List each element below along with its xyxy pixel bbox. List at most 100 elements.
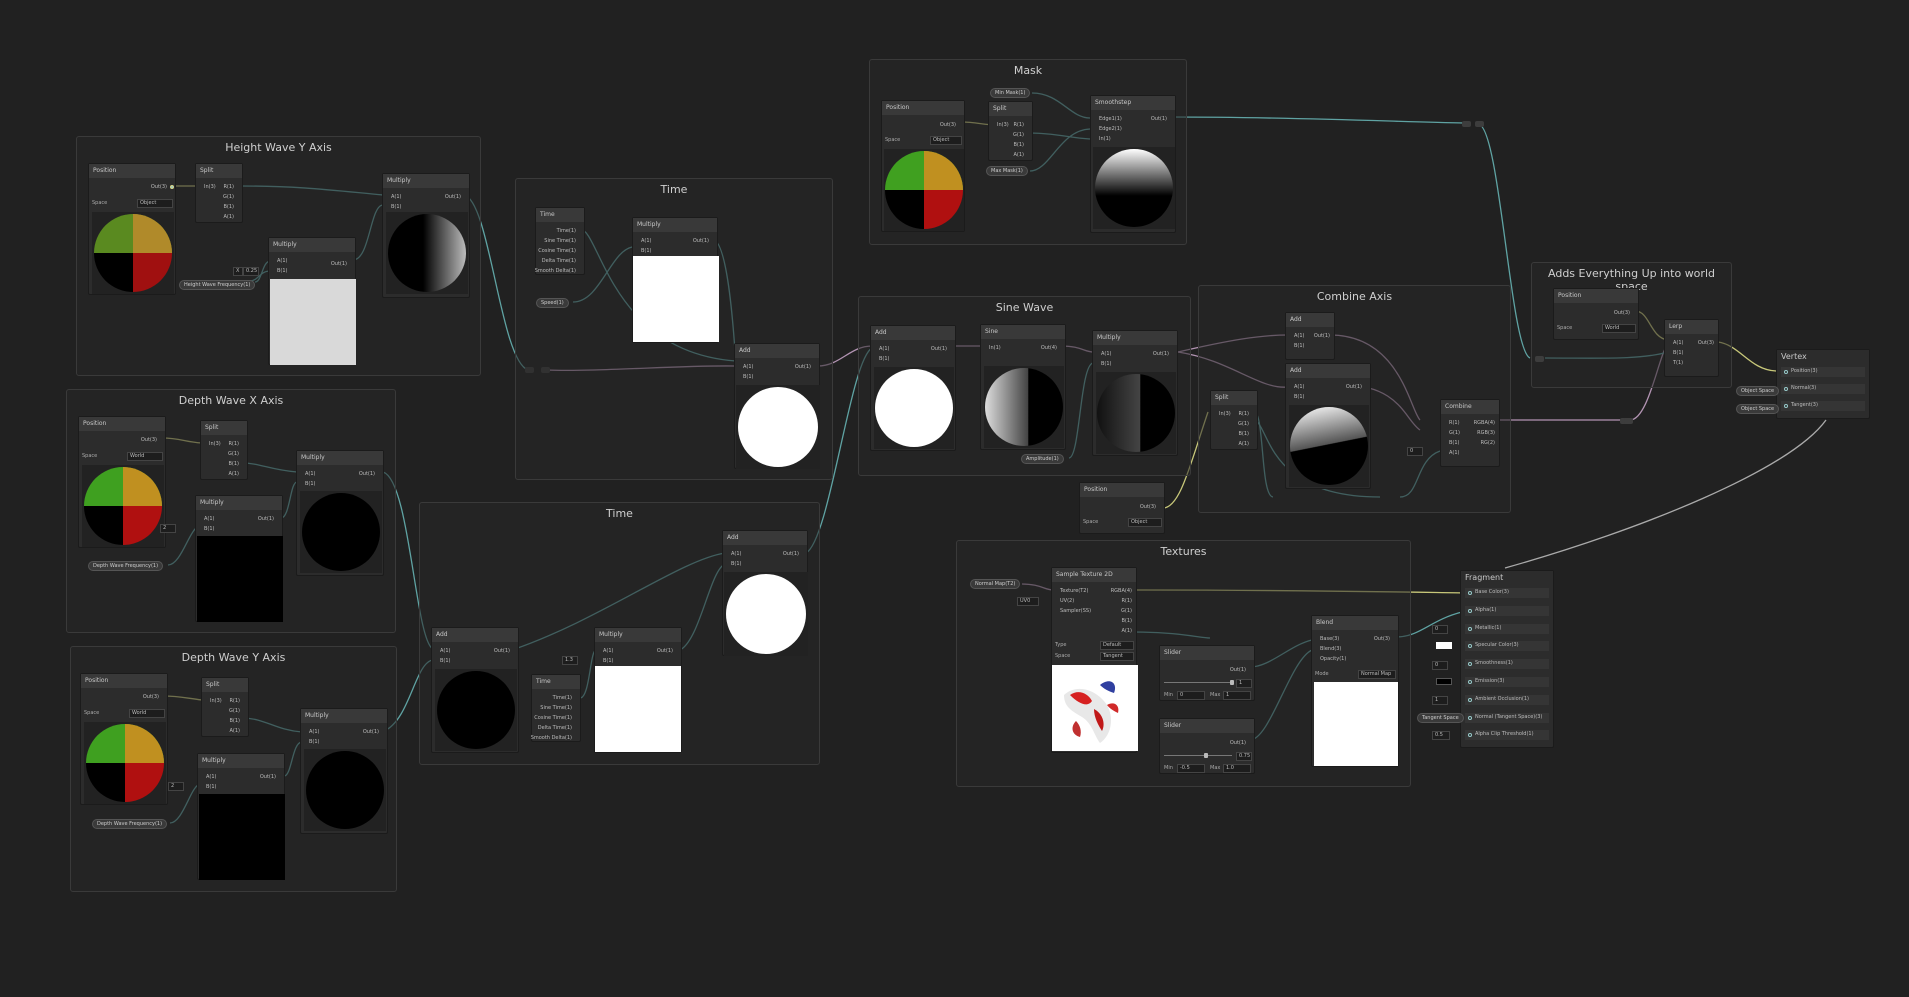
- sine-node[interactable]: Sine In(1) Out(4): [980, 324, 1066, 450]
- property-max-mask[interactable]: Max Mask(1): [986, 166, 1028, 176]
- value-field[interactable]: 2: [160, 524, 176, 533]
- uv-select[interactable]: UV0: [1017, 597, 1039, 606]
- fragment-port[interactable]: Emission(3): [1465, 677, 1549, 687]
- vertex-input-object-space[interactable]: Object Space: [1736, 404, 1780, 414]
- property-min-mask[interactable]: Min Mask(1): [990, 88, 1031, 98]
- slider-value[interactable]: 1: [1236, 679, 1252, 688]
- port-dot[interactable]: [1468, 608, 1472, 613]
- specular-color-swatch[interactable]: [1436, 642, 1452, 649]
- multiply-node[interactable]: Multiply A(1) B(1) Out(1): [195, 495, 283, 622]
- property-speed[interactable]: Speed(1): [536, 298, 569, 308]
- alpha-clip-field[interactable]: 0.5: [1432, 731, 1450, 740]
- property-normal-map[interactable]: Normal Map(T2): [970, 579, 1021, 589]
- split-node[interactable]: Split In(3) R(1) G(1) B(1) A(1): [200, 420, 248, 480]
- smoothness-field[interactable]: 0: [1432, 661, 1448, 670]
- position-node[interactable]: Position Out(3) Space World: [1553, 288, 1639, 340]
- reroute-node[interactable]: [1624, 418, 1633, 424]
- fragment-port[interactable]: Specular Color(3): [1465, 641, 1549, 652]
- multiply-node[interactable]: Multiply A(1) B(1) Out(1): [1092, 330, 1178, 456]
- port-dot[interactable]: [1468, 644, 1472, 649]
- reroute-node[interactable]: [1475, 121, 1484, 127]
- max-field[interactable]: 1: [1223, 691, 1251, 700]
- split-node[interactable]: Split In(3) R(1) G(1) B(1) A(1): [201, 677, 249, 737]
- add-node[interactable]: Add A(1) B(1) Out(1): [722, 530, 808, 656]
- position-node[interactable]: Position Out(3) Space Object: [88, 163, 176, 295]
- property-amplitude[interactable]: Amplitude(1): [1021, 454, 1064, 464]
- port-dot[interactable]: [1784, 370, 1788, 374]
- reroute-node[interactable]: [1462, 121, 1471, 127]
- min-field[interactable]: -0.5: [1177, 764, 1205, 773]
- vertex-master-node[interactable]: Vertex Position(3) Normal(3) Tangent(3): [1776, 349, 1870, 419]
- max-field[interactable]: 1.0: [1223, 764, 1251, 773]
- lerp-node[interactable]: Lerp A(1) B(1) T(1) Out(3): [1664, 319, 1719, 377]
- x-field[interactable]: X: [233, 267, 243, 276]
- fragment-input-tangent-space[interactable]: Tangent Space: [1417, 713, 1464, 723]
- blend-node[interactable]: Blend Base(3) Blend(3) Opacity(1) Out(3)…: [1311, 615, 1399, 767]
- slider-thumb[interactable]: [1204, 753, 1208, 758]
- min-field[interactable]: 0: [1177, 691, 1205, 700]
- emission-swatch[interactable]: [1436, 678, 1452, 685]
- split-node[interactable]: Split In(3) R(1) G(1) B(1) A(1): [195, 163, 243, 223]
- vertex-port[interactable]: Position(3): [1781, 367, 1865, 377]
- multiply-node[interactable]: Multiply A(1) B(1) Out(1): [382, 173, 470, 298]
- position-node[interactable]: Position Out(3) Space World: [80, 673, 168, 805]
- split-node[interactable]: Split In(3) R(1) G(1) B(1) A(1): [1210, 390, 1258, 450]
- port-dot[interactable]: [1468, 697, 1472, 702]
- fragment-port[interactable]: Alpha Clip Threshold(1): [1465, 730, 1549, 741]
- fragment-port[interactable]: Ambient Occlusion(1): [1465, 694, 1549, 705]
- fragment-port[interactable]: Alpha(1): [1465, 605, 1549, 616]
- multiply-node[interactable]: Multiply A(1) B(1) Out(1): [594, 627, 682, 753]
- fragment-port[interactable]: Metallic(1): [1465, 623, 1549, 634]
- multiply-node[interactable]: Multiply A(1) B(1) Out(1): [296, 450, 384, 576]
- add-node[interactable]: Add A(1) B(1) Out(1): [431, 627, 519, 753]
- fragment-port[interactable]: Base Color(3): [1465, 588, 1549, 598]
- port-dot[interactable]: [1784, 387, 1788, 391]
- space-select[interactable]: World: [129, 709, 165, 718]
- slider-node[interactable]: Slider Out(1) 1 Min 0 Max 1: [1159, 645, 1255, 701]
- space-select[interactable]: Tangent: [1100, 652, 1134, 661]
- fragment-port[interactable]: Smoothness(1): [1465, 659, 1549, 670]
- space-select[interactable]: Object: [1128, 518, 1162, 527]
- space-select[interactable]: Object: [930, 136, 962, 145]
- port-dot[interactable]: [1468, 591, 1472, 595]
- value-field[interactable]: 0: [1407, 447, 1423, 456]
- value-field[interactable]: 0.25: [243, 267, 259, 276]
- multiply-node[interactable]: Multiply A(1) B(1) Out(1): [268, 237, 356, 365]
- space-select[interactable]: Object: [137, 199, 173, 208]
- property-depth-wave-frequency[interactable]: Depth Wave Frequency(1): [88, 561, 164, 571]
- port-dot[interactable]: [1468, 662, 1472, 667]
- vertex-port[interactable]: Tangent(3): [1781, 401, 1865, 411]
- multiply-node[interactable]: Multiply A(1) B(1) Out(1): [197, 753, 285, 880]
- fragment-port[interactable]: Normal (Tangent Space)(3): [1465, 712, 1549, 723]
- time-node[interactable]: Time Time(1) Sine Time(1) Cosine Time(1)…: [535, 207, 585, 275]
- port-dot[interactable]: [1468, 733, 1472, 738]
- value-field[interactable]: 2: [168, 782, 184, 791]
- time-node[interactable]: Time Time(1) Sine Time(1) Cosine Time(1)…: [531, 674, 581, 742]
- slider-track[interactable]: [1164, 682, 1232, 683]
- add-node[interactable]: Add A(1) B(1) Out(1): [870, 325, 956, 451]
- multiply-node[interactable]: Multiply A(1) B(1) Out(1): [300, 708, 388, 834]
- position-node[interactable]: Position Out(3) Space Object: [1079, 482, 1165, 534]
- slider-track[interactable]: [1164, 755, 1232, 756]
- slider-node[interactable]: Slider Out(1) 0.75 Min -0.5 Max 1.0: [1159, 718, 1255, 774]
- type-select[interactable]: Default: [1100, 641, 1134, 650]
- value-field[interactable]: 1.3: [562, 656, 578, 665]
- smoothstep-node[interactable]: Smoothstep Edge1(1) Edge2(1) In(1) Out(1…: [1090, 95, 1176, 233]
- vertex-port[interactable]: Normal(3): [1781, 384, 1865, 394]
- slider-value[interactable]: 0.75: [1236, 752, 1252, 761]
- add-node[interactable]: Add A(1) B(1) Out(1): [1285, 363, 1371, 489]
- add-node[interactable]: Add A(1) B(1) Out(1): [1285, 312, 1335, 360]
- multiply-node[interactable]: Multiply A(1) B(1) Out(1): [632, 217, 719, 343]
- split-node[interactable]: Split In(3) R(1) G(1) B(1) A(1): [988, 101, 1033, 161]
- reroute-node[interactable]: [1535, 356, 1544, 362]
- property-depth-wave-frequency[interactable]: Depth Wave Frequency(1): [92, 819, 168, 829]
- sample-texture-node[interactable]: Sample Texture 2D Texture(T2) UV(2) Samp…: [1051, 567, 1138, 753]
- space-select[interactable]: World: [127, 452, 163, 461]
- port-dot[interactable]: [1468, 626, 1472, 631]
- fragment-master-node[interactable]: Fragment Base Color(3) Alpha(1) Metallic(1…: [1460, 570, 1554, 748]
- port-dot[interactable]: [1468, 715, 1472, 720]
- add-node[interactable]: Add A(1) B(1) Out(1): [734, 343, 820, 469]
- position-node[interactable]: Position Out(3) Space World: [78, 416, 166, 548]
- port-dot[interactable]: [1784, 404, 1788, 408]
- port-dot[interactable]: [1468, 680, 1472, 684]
